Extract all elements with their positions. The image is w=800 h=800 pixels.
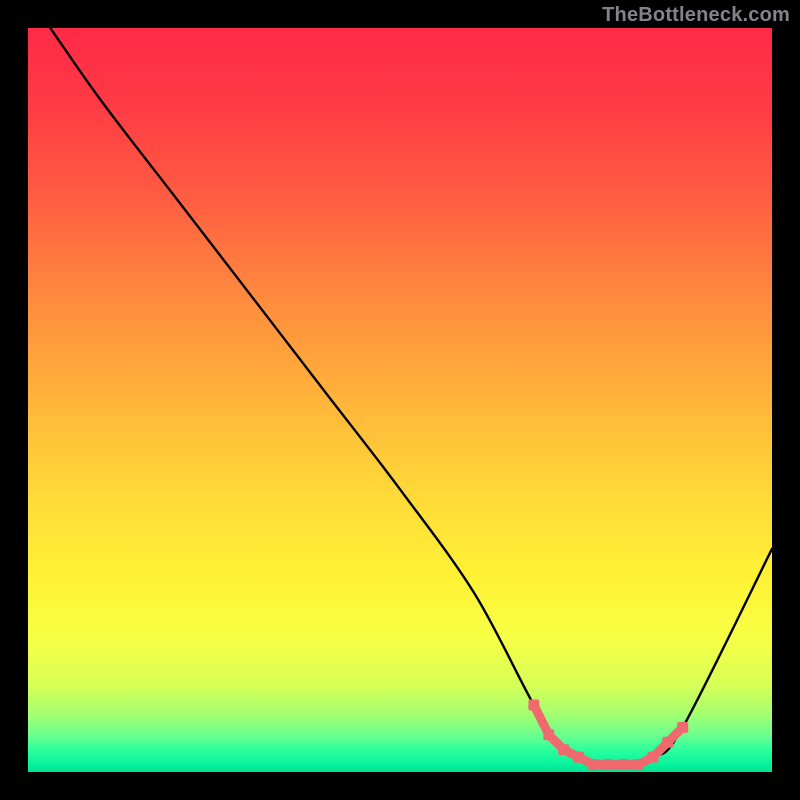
optimal-marker [588,759,599,770]
optimal-marker [662,737,673,748]
optimal-marker [603,759,614,770]
optimal-marker-band [528,700,688,771]
optimal-marker [573,752,584,763]
optimal-marker [558,744,569,755]
optimal-marker [633,759,644,770]
optimal-marker [618,759,629,770]
watermark-text: TheBottleneck.com [602,4,790,27]
optimal-marker [677,722,688,733]
chart-svg [28,28,772,772]
chart-frame: TheBottleneck.com [0,0,800,800]
plot-area [28,28,772,772]
curve-line [50,28,772,766]
optimal-marker [543,729,554,740]
optimal-marker [528,700,539,711]
optimal-marker [648,752,659,763]
optimal-band-line [534,705,683,765]
